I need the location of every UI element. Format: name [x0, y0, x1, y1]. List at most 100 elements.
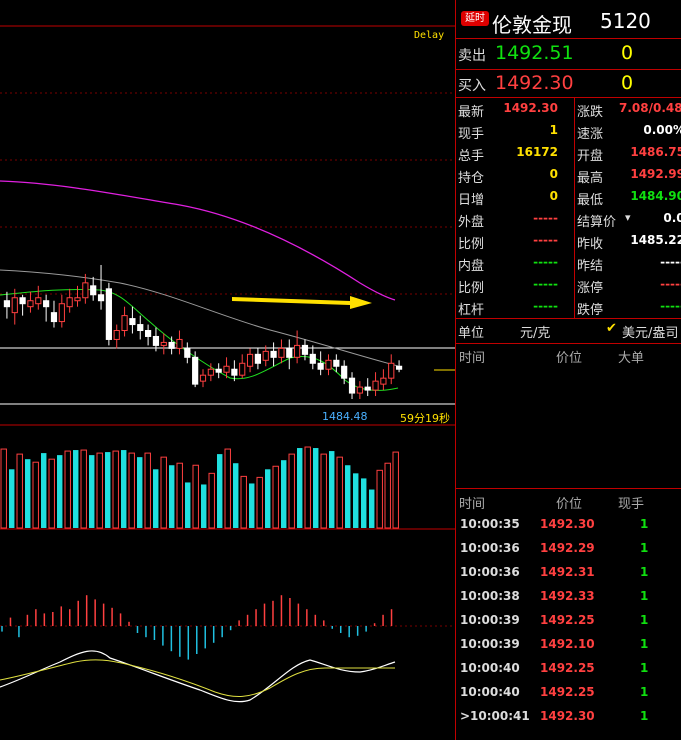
candle-body	[66, 297, 73, 308]
kline-chart[interactable]	[0, 0, 455, 740]
volume-bar	[25, 459, 31, 528]
stat-value: -----	[533, 299, 558, 313]
tick-time-header: 时间	[459, 497, 486, 512]
volume-bar	[240, 475, 247, 529]
stat-label: 昨结	[577, 259, 604, 274]
divider	[456, 38, 681, 39]
volume-bar	[41, 453, 47, 528]
volume-bar	[64, 450, 71, 529]
tick-size: 1	[640, 613, 649, 627]
stat-value: 0	[549, 167, 558, 181]
stat-label: 持仓	[458, 171, 485, 186]
tick-time: 10:00:39	[460, 637, 520, 651]
volume-bar	[0, 448, 7, 529]
tick-time: 10:00:39	[460, 613, 520, 627]
unit-label: 单位	[458, 326, 485, 341]
dropdown-caret-icon[interactable]: ▾	[625, 211, 631, 224]
candle-body	[364, 386, 371, 391]
stat-value: -----	[533, 211, 558, 225]
volume-bar	[224, 448, 231, 529]
candle-body	[168, 341, 175, 349]
unit-option-ounce[interactable]: 美元/盎司	[622, 322, 678, 341]
stat-value: -----	[660, 277, 681, 291]
candle-body	[207, 368, 214, 376]
stat-label: 开盘	[577, 149, 604, 164]
stat-label: 跌停	[577, 303, 604, 318]
kline-chart-panel[interactable]: Delay 1484.48 59分19秒	[0, 0, 455, 740]
tick-time: 10:00:35	[460, 517, 520, 531]
sell-price: 1492.51	[495, 42, 574, 64]
candle-body	[105, 288, 112, 340]
volume-bar	[121, 450, 127, 528]
volume-bar	[105, 452, 111, 528]
volume-bar	[233, 463, 239, 528]
unit-selector-row: 单位 元/克 ✔ 美元/盎司	[456, 319, 681, 343]
volume-bar	[57, 455, 63, 528]
macd-histogram	[1, 595, 393, 660]
volume-bar	[32, 461, 39, 529]
candle-body	[50, 312, 58, 323]
buy-volume: 0	[621, 72, 634, 94]
candle-body	[27, 300, 34, 308]
candle-body	[58, 303, 65, 323]
candle-body	[3, 300, 11, 308]
volume-bar	[80, 449, 87, 529]
stat-value: 1486.75	[630, 145, 681, 159]
tick-price: 1492.30	[540, 709, 595, 723]
stat-row: 持仓 0	[456, 164, 574, 186]
sell-label: 卖出	[458, 48, 486, 64]
candle-body	[348, 377, 356, 394]
volume-bar	[376, 469, 383, 529]
macd-dea-line	[0, 659, 395, 697]
volume-bar	[304, 446, 311, 529]
stat-value: 0.00	[663, 211, 681, 225]
sell-quote-row[interactable]: 卖出 1492.51 0	[456, 40, 681, 70]
volume-bar	[392, 451, 399, 529]
candle-body	[129, 318, 136, 326]
tick-price: 1492.25	[540, 685, 595, 699]
volume-bar	[313, 448, 319, 528]
tick-size: 1	[640, 637, 649, 651]
volume-bar	[249, 483, 255, 528]
stat-label: 杠杆	[458, 303, 485, 318]
tick-price: 1492.25	[540, 661, 595, 675]
stat-label: 内盘	[458, 259, 485, 274]
order-price-header: 价位	[556, 351, 583, 366]
tick-price: 1492.10	[540, 637, 595, 651]
stat-row: 内盘 -----	[456, 252, 574, 274]
stat-row: 最新 1492.30	[456, 98, 574, 120]
stat-value: -----	[660, 299, 681, 313]
volume-bar	[89, 455, 95, 528]
candle-body	[176, 338, 183, 349]
stat-value: -----	[533, 277, 558, 291]
volume-bar	[176, 462, 183, 529]
volume-bar	[16, 453, 23, 529]
volume-bar	[336, 456, 343, 529]
tick-list-panel[interactable]: 时间 价位 现手 10:00:35 1492.30 1 10:00:36 1492.29…	[456, 489, 681, 740]
candle-body	[90, 285, 97, 296]
tick-size: 1	[640, 661, 649, 675]
volume-bar	[345, 465, 351, 528]
tick-time: 10:00:36	[460, 565, 520, 579]
candle-body	[74, 297, 81, 302]
candle-body	[43, 300, 50, 308]
stat-label: 速涨	[577, 127, 604, 142]
stat-row: 涨跌 7.08/0.48%	[575, 98, 681, 120]
candle-body	[223, 365, 230, 373]
tick-time: 10:00:40	[460, 661, 520, 675]
volume-bar	[272, 465, 279, 529]
tick-size: 1	[640, 517, 649, 531]
bar-countdown-label: 59分19秒	[400, 412, 450, 425]
tick-time: 10:00:40	[460, 685, 520, 699]
candle-body	[215, 368, 222, 373]
volume-bar	[185, 482, 191, 528]
candle-body	[19, 297, 26, 305]
tick-price: 1492.29	[540, 541, 595, 555]
unit-option-gram[interactable]: 元/克	[520, 322, 550, 341]
buy-quote-row[interactable]: 买入 1492.30 0	[456, 70, 681, 100]
volume-bar	[297, 448, 303, 528]
stat-value: 1492.30	[503, 101, 558, 115]
candle-body	[317, 362, 324, 370]
volume-bar	[128, 452, 135, 529]
stat-value: -----	[533, 255, 558, 269]
